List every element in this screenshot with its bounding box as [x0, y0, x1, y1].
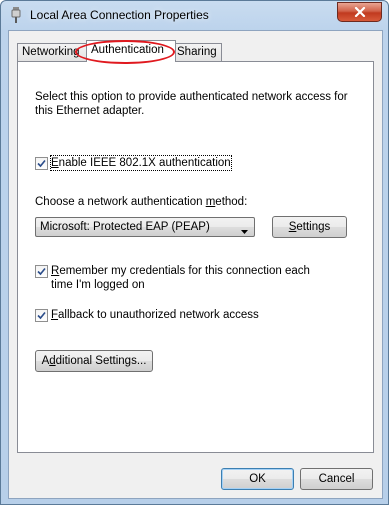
close-button[interactable] [337, 2, 382, 22]
check-icon [37, 311, 46, 320]
settings-button[interactable]: Settings [272, 216, 347, 238]
tab-networking[interactable]: Networking [17, 43, 90, 61]
auth-method-value: Microsoft: Protected EAP (PEAP) [40, 221, 210, 233]
network-connector-icon [9, 7, 23, 23]
window-title: Local Area Connection Properties [30, 8, 209, 22]
remember-credentials-checkbox[interactable] [35, 265, 48, 278]
fallback-label[interactable]: Fallback to unauthorized network access [51, 308, 259, 322]
tab-sharing-label: Sharing [177, 46, 217, 58]
enable-8021x-label[interactable]: Enable IEEE 802.1X authentication [50, 155, 232, 171]
close-icon [354, 7, 366, 17]
tab-authentication-label: Authentication [91, 44, 164, 56]
auth-method-dropdown[interactable]: Microsoft: Protected EAP (PEAP) [35, 217, 255, 237]
remember-credentials-row: Remember my credentials for this connect… [35, 264, 310, 292]
description-text: Select this option to provide authentica… [35, 91, 348, 117]
check-icon [37, 159, 46, 168]
remember-credentials-label[interactable]: Remember my credentials for this connect… [51, 264, 310, 292]
fallback-row: Fallback to unauthorized network access [35, 308, 259, 322]
fallback-checkbox[interactable] [35, 309, 48, 322]
additional-settings-button[interactable]: Additional Settings... [35, 350, 153, 372]
enable-8021x-checkbox[interactable] [35, 157, 48, 170]
ok-button[interactable]: OK [221, 468, 294, 490]
properties-dialog: Local Area Connection Properties Network… [0, 0, 389, 505]
tab-authentication[interactable]: Authentication [86, 40, 176, 62]
dialog-body: Networking Authentication Sharing Select… [8, 30, 383, 499]
chevron-down-icon [241, 225, 248, 237]
auth-method-label: Choose a network authentication method: [35, 196, 248, 208]
authentication-panel: Select this option to provide authentica… [17, 61, 374, 453]
tab-sharing[interactable]: Sharing [172, 43, 222, 61]
check-icon [37, 267, 46, 276]
tab-networking-label: Networking [22, 46, 80, 58]
enable-8021x-row: Enable IEEE 802.1X authentication [35, 155, 232, 171]
cancel-button[interactable]: Cancel [300, 468, 373, 490]
title-bar[interactable]: Local Area Connection Properties [1, 1, 388, 29]
